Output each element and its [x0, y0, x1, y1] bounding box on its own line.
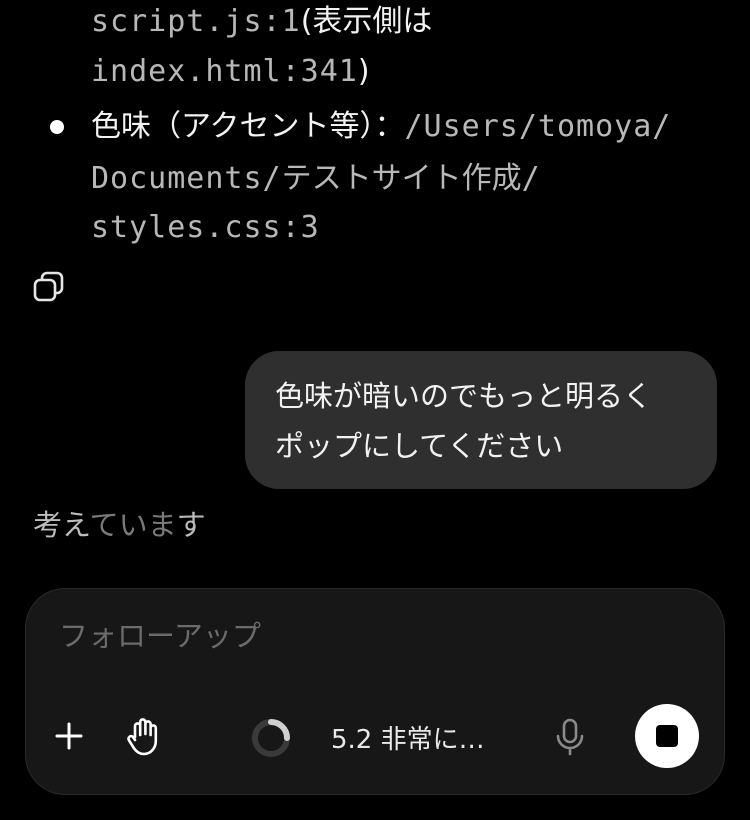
- stop-icon: [656, 725, 678, 747]
- code-ref-note: (表示側は: [300, 4, 433, 39]
- plus-icon: [55, 722, 83, 750]
- model-selector[interactable]: 5.2 非常に…: [331, 719, 485, 756]
- user-message-line: ポップにしてください: [275, 429, 564, 463]
- code-ref-file: index.html:341: [91, 54, 358, 89]
- bullet-line-3: styles.css:3: [91, 204, 320, 252]
- bullet-label: 色味（アクセント等）：: [91, 109, 405, 144]
- thinking-text: す: [176, 508, 206, 542]
- copy-icon: [33, 271, 64, 302]
- loading-spinner: [250, 717, 292, 763]
- bullet-path-folder: テストサイト作成: [281, 161, 522, 196]
- bullet-line-1: 色味（アクセント等）：/Users/tomoya/: [91, 103, 671, 151]
- bullet-dot: [50, 120, 64, 134]
- bullet-path: Documents/: [91, 161, 282, 196]
- hand-button[interactable]: [126, 717, 162, 761]
- stop-button[interactable]: [635, 704, 699, 768]
- code-ref-line-2: index.html:341): [91, 48, 370, 96]
- bullet-line-2: Documents/テストサイト作成/: [91, 155, 541, 203]
- bullet-path: /Users/tomoya/: [404, 109, 672, 144]
- bullet-path: styles.css:3: [91, 210, 320, 245]
- hand-icon: [127, 718, 158, 756]
- user-message-line: 色味が暗いのでもっと明るく: [275, 379, 653, 413]
- code-ref-close: ): [357, 54, 370, 89]
- code-ref-line-1: script.js:1(表示側は: [91, 0, 432, 46]
- microphone-icon: [556, 718, 584, 756]
- copy-button[interactable]: [32, 270, 66, 304]
- thinking-text: ていま: [89, 508, 177, 542]
- thinking-status: 考えています: [33, 505, 206, 545]
- composer[interactable]: フォローアップ 5.2 非常に…: [25, 588, 725, 795]
- bullet-path-slash: /: [521, 161, 541, 196]
- code-ref-file: script.js:1: [91, 4, 301, 39]
- user-message-bubble: 色味が暗いのでもっと明るく ポップにしてください: [245, 351, 717, 489]
- follow-up-input[interactable]: フォローアップ: [59, 613, 261, 655]
- thinking-text: 考え: [33, 508, 90, 542]
- microphone-button[interactable]: [554, 717, 586, 761]
- add-button[interactable]: [54, 721, 84, 755]
- loading-spinner-icon: [252, 719, 290, 757]
